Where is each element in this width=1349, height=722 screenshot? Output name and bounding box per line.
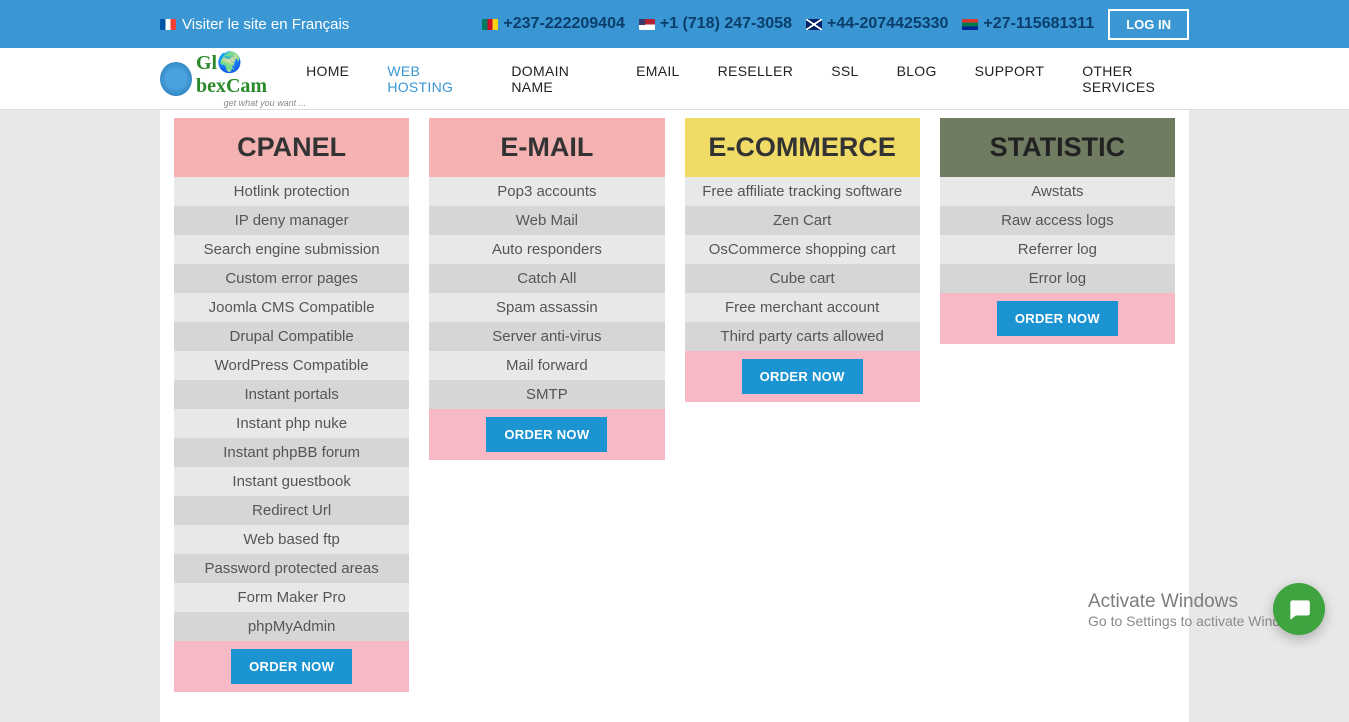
column-header: E-MAIL bbox=[429, 118, 664, 177]
logo-text: Gl🌍bexCam bbox=[196, 52, 267, 97]
nav-web-hosting[interactable]: WEB HOSTING bbox=[387, 63, 473, 95]
chat-icon bbox=[1286, 596, 1312, 622]
feature-item: OsCommerce shopping cart bbox=[685, 235, 920, 264]
column-cpanel: CPANELHotlink protectionIP deny managerS… bbox=[174, 118, 409, 692]
order-row: ORDER NOW bbox=[685, 351, 920, 402]
nav-blog[interactable]: BLOG bbox=[897, 63, 937, 95]
logo[interactable]: Gl🌍bexCam get what you want ... bbox=[160, 50, 306, 108]
order-row: ORDER NOW bbox=[940, 293, 1175, 344]
nav-email[interactable]: EMAIL bbox=[636, 63, 680, 95]
feature-item: Awstats bbox=[940, 177, 1175, 206]
feature-item: Web Mail bbox=[429, 206, 664, 235]
topbar: Visiter le site en Français +237-2222094… bbox=[0, 0, 1349, 48]
flag-za-icon bbox=[962, 19, 978, 30]
feature-item: Web based ftp bbox=[174, 525, 409, 554]
feature-item: Drupal Compatible bbox=[174, 322, 409, 351]
flag-fr-icon bbox=[160, 19, 176, 30]
feature-item: Auto responders bbox=[429, 235, 664, 264]
feature-item: Free merchant account bbox=[685, 293, 920, 322]
column-e-mail: E-MAILPop3 accountsWeb MailAuto responde… bbox=[429, 118, 664, 460]
feature-item: Instant php nuke bbox=[174, 409, 409, 438]
phone-za[interactable]: +27-115681311 bbox=[962, 15, 1094, 33]
feature-item: Error log bbox=[940, 264, 1175, 293]
nav-home[interactable]: HOME bbox=[306, 63, 349, 95]
feature-item: Server anti-virus bbox=[429, 322, 664, 351]
nav-links: HOME WEB HOSTING DOMAIN NAME EMAIL RESELLER S… bbox=[306, 63, 1189, 95]
column-statistic: STATISTICAwstatsRaw access logsReferrer … bbox=[940, 118, 1175, 344]
flag-uk-icon bbox=[806, 19, 822, 30]
phone-us[interactable]: +1 (718) 247-3058 bbox=[639, 15, 792, 33]
page-content: CPANELHotlink protectionIP deny managerS… bbox=[160, 110, 1189, 722]
feature-item: Raw access logs bbox=[940, 206, 1175, 235]
feature-item: Redirect Url bbox=[174, 496, 409, 525]
column-e-commerce: E-COMMERCEFree affiliate tracking softwa… bbox=[685, 118, 920, 402]
order-now-button[interactable]: ORDER NOW bbox=[742, 359, 863, 394]
order-row: ORDER NOW bbox=[429, 409, 664, 460]
feature-item: Referrer log bbox=[940, 235, 1175, 264]
flag-us-icon bbox=[639, 19, 655, 30]
feature-item: Third party carts allowed bbox=[685, 322, 920, 351]
feature-item: Search engine submission bbox=[174, 235, 409, 264]
logo-tagline: get what you want ... bbox=[196, 98, 306, 108]
feature-item: Instant portals bbox=[174, 380, 409, 409]
chat-button[interactable] bbox=[1273, 583, 1325, 635]
column-header: CPANEL bbox=[174, 118, 409, 177]
column-header: E-COMMERCE bbox=[685, 118, 920, 177]
nav-other-services[interactable]: OTHER SERVICES bbox=[1082, 63, 1189, 95]
flag-cm-icon bbox=[482, 19, 498, 30]
order-now-button[interactable]: ORDER NOW bbox=[997, 301, 1118, 336]
feature-item: Zen Cart bbox=[685, 206, 920, 235]
feature-item: Pop3 accounts bbox=[429, 177, 664, 206]
feature-item: Joomla CMS Compatible bbox=[174, 293, 409, 322]
phone-uk[interactable]: +44-2074425330 bbox=[806, 15, 948, 33]
phone-cm[interactable]: +237-222209404 bbox=[482, 15, 624, 33]
nav-ssl[interactable]: SSL bbox=[831, 63, 858, 95]
feature-item: WordPress Compatible bbox=[174, 351, 409, 380]
feature-item: IP deny manager bbox=[174, 206, 409, 235]
nav-support[interactable]: SUPPORT bbox=[975, 63, 1045, 95]
feature-item: phpMyAdmin bbox=[174, 612, 409, 641]
column-header: STATISTIC bbox=[940, 118, 1175, 177]
feature-item: Instant guestbook bbox=[174, 467, 409, 496]
feature-item: Form Maker Pro bbox=[174, 583, 409, 612]
feature-item: Instant phpBB forum bbox=[174, 438, 409, 467]
language-label: Visiter le site en Français bbox=[182, 16, 349, 33]
feature-item: Free affiliate tracking software bbox=[685, 177, 920, 206]
order-now-button[interactable]: ORDER NOW bbox=[231, 649, 352, 684]
feature-item: Catch All bbox=[429, 264, 664, 293]
feature-item: Spam assassin bbox=[429, 293, 664, 322]
feature-item: SMTP bbox=[429, 380, 664, 409]
feature-item: Cube cart bbox=[685, 264, 920, 293]
globe-icon bbox=[160, 62, 192, 96]
feature-item: Password protected areas bbox=[174, 554, 409, 583]
feature-item: Mail forward bbox=[429, 351, 664, 380]
login-button[interactable]: LOG IN bbox=[1108, 9, 1189, 40]
feature-item: Hotlink protection bbox=[174, 177, 409, 206]
nav-domain-name[interactable]: DOMAIN NAME bbox=[511, 63, 598, 95]
feature-columns: CPANELHotlink protectionIP deny managerS… bbox=[174, 118, 1175, 692]
navbar: Gl🌍bexCam get what you want ... HOME WEB … bbox=[0, 48, 1349, 110]
language-link[interactable]: Visiter le site en Français bbox=[160, 16, 349, 33]
order-now-button[interactable]: ORDER NOW bbox=[486, 417, 607, 452]
feature-item: Custom error pages bbox=[174, 264, 409, 293]
order-row: ORDER NOW bbox=[174, 641, 409, 692]
phone-list: +237-222209404 +1 (718) 247-3058 +44-207… bbox=[482, 9, 1189, 40]
nav-reseller[interactable]: RESELLER bbox=[718, 63, 794, 95]
